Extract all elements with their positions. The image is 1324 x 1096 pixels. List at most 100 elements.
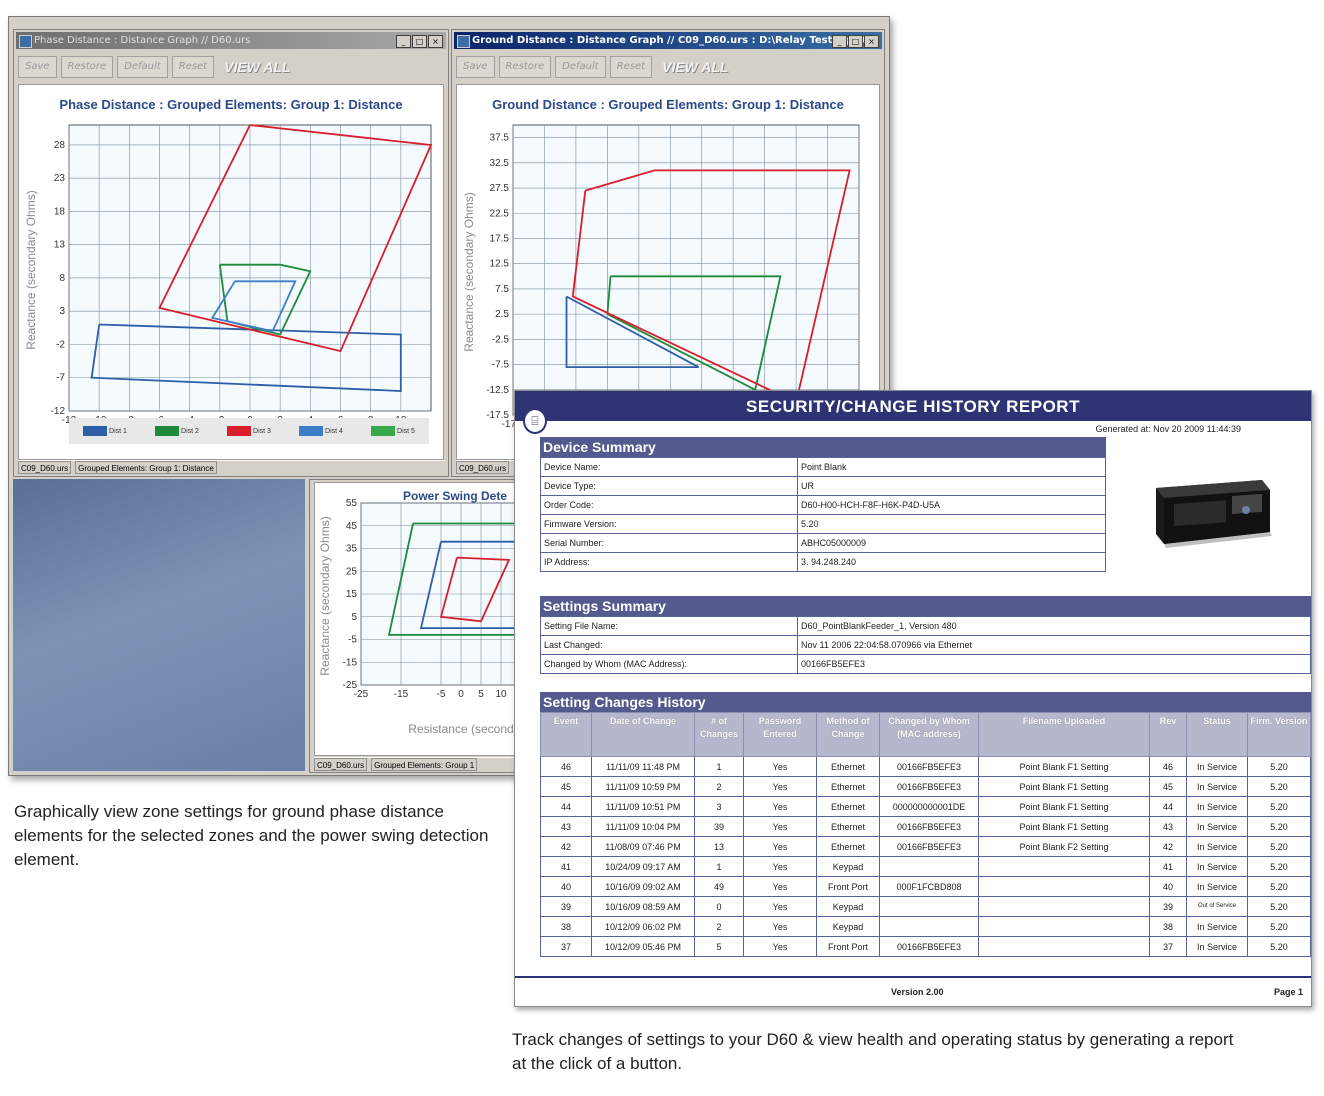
x-tick-label: 5	[478, 689, 484, 700]
reset-button[interactable]: Reset	[609, 56, 653, 78]
maximize-button[interactable]: □	[848, 35, 863, 48]
phase-distance-legend: Dist 1 Dist 2 Dist 3 Dist 4 Dist 5	[69, 418, 429, 444]
reset-button[interactable]: Reset	[171, 56, 215, 78]
y-tick-label: 2.5	[495, 309, 509, 320]
legend-item: Dist 1	[83, 426, 127, 436]
cell-password: Yes	[743, 756, 817, 777]
y-tick-label: -25	[343, 680, 358, 691]
x-tick-label: 10	[495, 689, 507, 700]
phase-distance-toolbar: Save Restore Default Reset VIEW ALL	[18, 54, 444, 80]
cell-date: 10/12/09 06:02 PM	[591, 916, 695, 937]
plot-area	[512, 124, 860, 416]
x-tick-label: -15	[394, 689, 409, 700]
serial-number-value: ABHC05000009	[797, 533, 1106, 553]
y-tick-label: 3	[59, 306, 65, 317]
cell-status: In Service	[1186, 756, 1248, 777]
report-generated: Generated at: Nov 20 2009 11:44:39	[1095, 424, 1241, 434]
serial-number-label: Serial Number:	[540, 533, 798, 553]
y-tick-label: 22.5	[490, 208, 510, 219]
cell-firmware: 5.20	[1247, 756, 1311, 777]
y-tick-label: 45	[346, 521, 358, 532]
y-tick-label: -7	[56, 373, 65, 384]
legend-swatch	[299, 426, 324, 436]
restore-button[interactable]: Restore	[498, 56, 552, 78]
report-title: SECURITY/CHANGE HISTORY REPORT	[515, 391, 1311, 421]
ground-distance-titlebar[interactable]: Ground Distance : Distance Graph // C09_…	[454, 32, 882, 49]
restore-button[interactable]: Restore	[60, 56, 114, 78]
settings-summary-table: Setting File Name: D60_PointBlankFeeder_1…	[540, 616, 1311, 674]
y-tick-label: -5	[348, 635, 357, 646]
table-row: Firmware Version: 5.20	[540, 514, 1106, 534]
legend-swatch	[155, 426, 180, 436]
default-button[interactable]: Default	[117, 56, 168, 78]
device-name-label: Device Name:	[540, 457, 798, 477]
cell-filename: Point Blank F1 Setting	[978, 796, 1150, 817]
cell-method: Keypad	[816, 856, 880, 877]
cell-date: 10/12/09 05:46 PM	[591, 936, 695, 957]
history-table: Event Date of Change # of Changes Passwo…	[540, 712, 1311, 957]
view-all-button[interactable]: VIEW ALL	[224, 59, 290, 75]
cell-status: In Service	[1186, 876, 1248, 897]
maximize-button[interactable]: □	[412, 35, 427, 48]
changed-by-value: 00166FB5EFE3	[797, 654, 1311, 674]
y-axis-label: Reactance (secondary Ohms)	[462, 192, 476, 351]
ip-address-value: 3. 94.248.240	[797, 552, 1106, 572]
table-row: Device Type: UR	[540, 476, 1106, 496]
cell-date: 11/11/09 11:48 PM	[591, 756, 695, 777]
close-button[interactable]: ×	[864, 35, 879, 48]
legend-item: Dist 2	[155, 426, 199, 436]
y-tick-label: -17.5	[486, 410, 509, 421]
phase-distance-title: Phase Distance : Distance Graph // D60.u…	[34, 35, 251, 46]
cell-rev: 43	[1149, 816, 1187, 837]
legend-swatch	[83, 426, 108, 436]
cell-date: 10/24/09 09:17 AM	[591, 856, 695, 877]
cell-method: Ethernet	[816, 796, 880, 817]
x-axis-label: Resistance (second	[408, 722, 513, 736]
cell-status: In Service	[1186, 836, 1248, 857]
y-tick-label: 27.5	[490, 183, 510, 194]
cell-rev: 39	[1149, 896, 1187, 917]
cell-method: Ethernet	[816, 836, 880, 857]
legend-label: Dist 1	[109, 427, 127, 435]
cell-rev: 45	[1149, 776, 1187, 797]
legend-item: Dist 3	[227, 426, 271, 436]
cell-rev: 44	[1149, 796, 1187, 817]
cell-event: 45	[540, 776, 592, 797]
device-type-value: UR	[797, 476, 1106, 496]
y-tick-label: 25	[346, 566, 358, 577]
cell-password: Yes	[743, 776, 817, 797]
minimize-button[interactable]: _	[832, 35, 847, 48]
phase-distance-statusbar: C09_D60.urs Grouped Elements: Group 1: D…	[18, 460, 444, 474]
default-button[interactable]: Default	[555, 56, 606, 78]
col-event: Event	[540, 712, 592, 757]
cell-password: Yes	[743, 836, 817, 857]
table-row: Serial Number: ABHC05000009	[540, 533, 1106, 553]
cell-event: 38	[540, 916, 592, 937]
close-button[interactable]: ×	[428, 35, 443, 48]
last-changed-label: Last Changed:	[540, 635, 798, 655]
y-tick-label: -15	[343, 657, 358, 668]
cell-rev: 40	[1149, 876, 1187, 897]
status-file: C09_D60.urs	[18, 461, 72, 474]
y-tick-label: 13	[54, 240, 66, 251]
cell-date: 11/11/09 10:04 PM	[591, 816, 695, 837]
order-code-label: Order Code:	[540, 495, 798, 515]
cell-status: In Service	[1186, 796, 1248, 817]
minimize-button[interactable]: _	[396, 35, 411, 48]
save-button[interactable]: Save	[456, 56, 495, 78]
legend-label: Dist 3	[253, 427, 271, 435]
right-caption: Track changes of settings to your D60 & …	[512, 1030, 1234, 1073]
phase-distance-titlebar[interactable]: Phase Distance : Distance Graph // D60.u…	[16, 32, 446, 49]
save-button[interactable]: Save	[18, 56, 57, 78]
cell-firmware: 5.20	[1247, 896, 1311, 917]
y-axis-label: Reactance (secondary Ohms)	[24, 190, 38, 349]
table-row: 41 10/24/09 09:17 AM 1 Yes Keypad 41 In Servic…	[540, 856, 1311, 877]
col-firmware: Firm. Version	[1247, 712, 1311, 757]
ip-address-label: IP Address:	[540, 552, 798, 572]
table-row: 42 11/08/09 07:46 PM 13 Yes Ethernet 00166FB5…	[540, 836, 1311, 857]
view-all-button[interactable]: VIEW ALL	[662, 59, 728, 75]
cell-firmware: 5.20	[1247, 816, 1311, 837]
col-rev: Rev	[1149, 712, 1187, 757]
table-row: 39 10/16/09 08:59 AM 0 Yes Keypad 39 Out of Se…	[540, 896, 1311, 917]
legend-label: Dist 2	[181, 427, 199, 435]
